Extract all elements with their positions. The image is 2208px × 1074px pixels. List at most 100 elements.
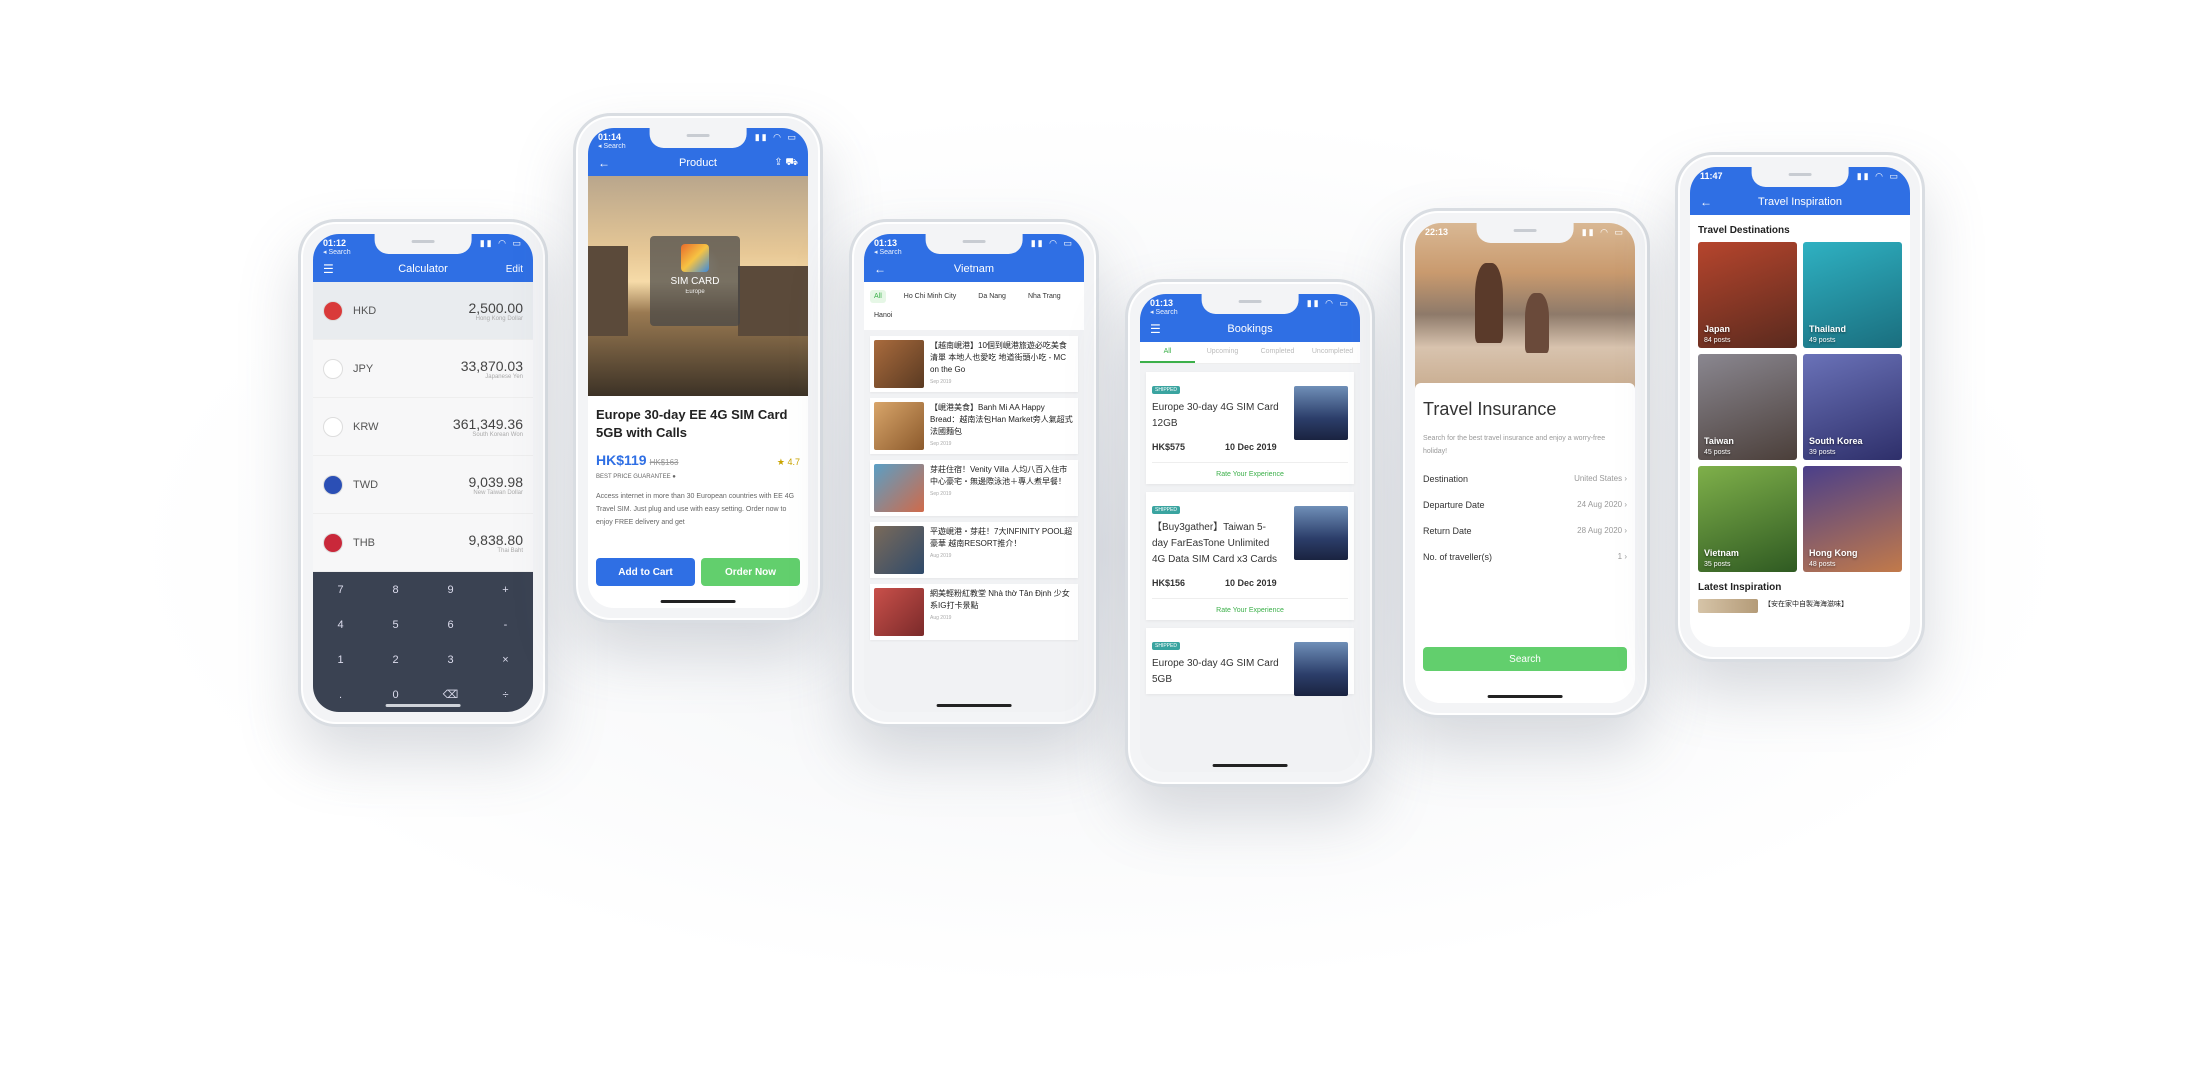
field-label: Return Date bbox=[1423, 526, 1472, 536]
currency-row[interactable]: JPY 33,870.03 Japanese Yen bbox=[313, 340, 533, 398]
city-chip[interactable]: Ho Chi Minh City bbox=[900, 290, 961, 303]
currency-code: KRW bbox=[353, 420, 379, 433]
city-chip[interactable]: Hanoi bbox=[870, 309, 896, 322]
currency-row[interactable]: KRW 361,349.36 South Korean Won bbox=[313, 398, 533, 456]
chevron-right-icon: › bbox=[1622, 526, 1627, 535]
destination-tile[interactable]: Japan 84 posts bbox=[1698, 242, 1797, 348]
booking-card[interactable]: SHIPPED 【Buy3gather】Taiwan 5-day FarEasTo… bbox=[1146, 492, 1354, 620]
status-icons: ▮▮ ◠ ▭ bbox=[1581, 227, 1625, 237]
chevron-right-icon: › bbox=[1622, 500, 1627, 509]
article-card[interactable]: 網美輕粉紅教堂 Nhà thờ Tân Định 少女系IG打卡景點 Aug 20… bbox=[870, 584, 1078, 640]
article-date: Sep 2019 bbox=[930, 441, 952, 447]
tab-uncompleted[interactable]: Uncompleted bbox=[1305, 342, 1360, 363]
city-chip[interactable]: Nha Trang bbox=[1024, 290, 1065, 303]
destination-tile[interactable]: Thailand 49 posts bbox=[1803, 242, 1902, 348]
article-text: 【越南峴港】10個到峴港旅遊必吃美食清單 本地人也愛吃 地道街頭小吃 - MC … bbox=[924, 340, 1074, 388]
keypad-key[interactable]: 5 bbox=[368, 607, 423, 642]
keypad-key[interactable]: 2 bbox=[368, 642, 423, 677]
back-arrow-icon[interactable]: ← bbox=[874, 262, 886, 276]
phone-calculator: 01:12 ◂ Search ▮▮ ◠ ▭ ☰ Calculator Edit … bbox=[298, 219, 548, 727]
field-value: 24 Aug 2020 › bbox=[1577, 500, 1627, 510]
article-card[interactable]: 平遊峴港・芽莊！7大INFINITY POOL超豪華 越南RESORT推介！ Au… bbox=[870, 522, 1078, 578]
booking-thumbnail bbox=[1294, 386, 1348, 440]
currency-row[interactable]: HKD 2,500.00 Hong Kong Dollar bbox=[313, 282, 533, 340]
menu-icon[interactable]: ☰ bbox=[323, 262, 334, 276]
latest-item[interactable]: 【安在家中自製海海滋味】 bbox=[1690, 599, 1910, 613]
person-silhouette bbox=[1525, 293, 1549, 353]
keypad-key[interactable]: × bbox=[478, 642, 533, 677]
destination-tile[interactable]: South Korea 39 posts bbox=[1803, 354, 1902, 460]
keypad-key[interactable]: - bbox=[478, 607, 533, 642]
city-chip[interactable]: All bbox=[870, 290, 886, 303]
booking-card[interactable]: SHIPPED Europe 30-day 4G SIM Card 12GB HK$… bbox=[1146, 372, 1354, 484]
back-arrow-icon[interactable]: ← bbox=[1700, 195, 1712, 209]
destination-grid: Japan 84 posts Thailand 49 posts Taiwan 45 po… bbox=[1690, 242, 1910, 572]
article-title: 【越南峴港】10個到峴港旅遊必吃美食清單 本地人也愛吃 地道街頭小吃 - MC … bbox=[930, 341, 1067, 374]
destination-name: Vietnam bbox=[1704, 548, 1739, 558]
keypad-key[interactable]: + bbox=[478, 572, 533, 607]
article-card[interactable]: 芽莊住宿！Venity Villa 人均八百入住市中心豪宅・無邊際泳池＋專人煮早… bbox=[870, 460, 1078, 516]
keypad-key[interactable]: . bbox=[313, 677, 368, 712]
calculator-navbar: ☰ Calculator Edit bbox=[313, 256, 533, 282]
booking-card[interactable]: SHIPPED Europe 30-day 4G SIM Card 5GB bbox=[1146, 628, 1354, 696]
insurance-field[interactable]: Return Date 28 Aug 2020 › bbox=[1423, 526, 1627, 536]
insurance-field[interactable]: Departure Date 24 Aug 2020 › bbox=[1423, 500, 1627, 510]
amount-value: 9,838.80 bbox=[468, 531, 524, 548]
currency-row[interactable]: TWD 9,039.98 New Taiwan Dollar bbox=[313, 456, 533, 514]
keypad-key[interactable]: 7 bbox=[313, 572, 368, 607]
booking-meta: HK$156 10 Dec 2019 bbox=[1152, 578, 1348, 588]
currency-row[interactable]: THB 9,838.80 Thai Baht bbox=[313, 514, 533, 572]
insurance-field[interactable]: Destination United States › bbox=[1423, 474, 1627, 484]
vietnam-navbar: ← Vietnam bbox=[864, 256, 1084, 282]
product-title: Europe 30-day EE 4G SIM Card 5GB with Ca… bbox=[596, 407, 788, 440]
destination-tile[interactable]: Hong Kong 48 posts bbox=[1803, 466, 1902, 572]
article-card[interactable]: 【越南峴港】10個到峴港旅遊必吃美食清單 本地人也愛吃 地道街頭小吃 - MC … bbox=[870, 336, 1078, 392]
keypad-key[interactable]: 9 bbox=[423, 572, 478, 607]
status-time: 11:47 bbox=[1700, 171, 1723, 181]
search-button[interactable]: Search bbox=[1423, 647, 1627, 671]
add-to-cart-button[interactable]: Add to Cart bbox=[596, 558, 695, 586]
keypad-key[interactable]: 1 bbox=[313, 642, 368, 677]
field-label: Destination bbox=[1423, 474, 1469, 484]
destination-tile[interactable]: Vietnam 35 posts bbox=[1698, 466, 1797, 572]
article-card[interactable]: 【峴港美食】Banh Mi AA Happy Bread：越南法包Han Mar… bbox=[870, 398, 1078, 454]
status-back[interactable]: ◂ Search bbox=[323, 248, 351, 256]
info-icon[interactable]: ● bbox=[672, 474, 676, 480]
flag-icon bbox=[323, 474, 343, 495]
product-screen: 01:14 ◂ Search ▮▮ ◠ ▭ ← Product ⇪ ⛟ SIM … bbox=[588, 128, 808, 608]
keypad-key[interactable]: 4 bbox=[313, 607, 368, 642]
destination-posts: 84 posts bbox=[1704, 337, 1731, 344]
price-row: HK$119 HK$163 ★ 4.7 bbox=[588, 446, 808, 474]
status-badge: SHIPPED bbox=[1152, 506, 1180, 514]
destination-tile[interactable]: Taiwan 45 posts bbox=[1698, 354, 1797, 460]
insurance-field[interactable]: No. of traveller(s) 1 › bbox=[1423, 552, 1627, 562]
article-date: Sep 2019 bbox=[930, 379, 952, 385]
tab-all[interactable]: All bbox=[1140, 342, 1195, 363]
keypad-key[interactable]: 8 bbox=[368, 572, 423, 607]
keypad-key[interactable]: 6 bbox=[423, 607, 478, 642]
status-back[interactable]: ◂ Search bbox=[1150, 308, 1178, 316]
currency-caption: South Korean Won bbox=[472, 431, 523, 438]
menu-icon[interactable]: ☰ bbox=[1150, 322, 1161, 336]
keypad-key[interactable]: ÷ bbox=[478, 677, 533, 712]
city-chip[interactable]: Da Nang bbox=[974, 290, 1010, 303]
currency-amount: 33,870.03 Japanese Yen bbox=[461, 358, 523, 380]
rate-experience-link[interactable]: Rate Your Experience bbox=[1152, 598, 1348, 614]
product-hero-image: SIM CARD Europe bbox=[588, 176, 808, 396]
city-filter-chips: All Ho Chi Minh City Da Nang Nha Trang Hanoi bbox=[864, 282, 1084, 330]
booking-price: HK$575 bbox=[1152, 442, 1186, 452]
tab-completed[interactable]: Completed bbox=[1250, 342, 1305, 363]
status-back[interactable]: ◂ Search bbox=[874, 248, 902, 256]
article-date: Aug 2019 bbox=[930, 615, 952, 621]
share-and-cart-icons[interactable]: ⇪ ⛟ bbox=[774, 157, 798, 170]
field-value: 1 › bbox=[1618, 552, 1627, 562]
status-icons: ▮▮ ◠ ▭ bbox=[1856, 171, 1900, 181]
tab-upcoming[interactable]: Upcoming bbox=[1195, 342, 1250, 363]
order-now-button[interactable]: Order Now bbox=[701, 558, 800, 586]
back-arrow-icon[interactable]: ← bbox=[598, 156, 610, 170]
vietnam-screen: 01:13 ◂ Search ▮▮ ◠ ▭ ← Vietnam All Ho Ch… bbox=[864, 234, 1084, 712]
rate-experience-link[interactable]: Rate Your Experience bbox=[1152, 462, 1348, 478]
edit-button[interactable]: Edit bbox=[506, 264, 523, 275]
status-back[interactable]: ◂ Search bbox=[598, 142, 626, 150]
keypad-key[interactable]: 3 bbox=[423, 642, 478, 677]
